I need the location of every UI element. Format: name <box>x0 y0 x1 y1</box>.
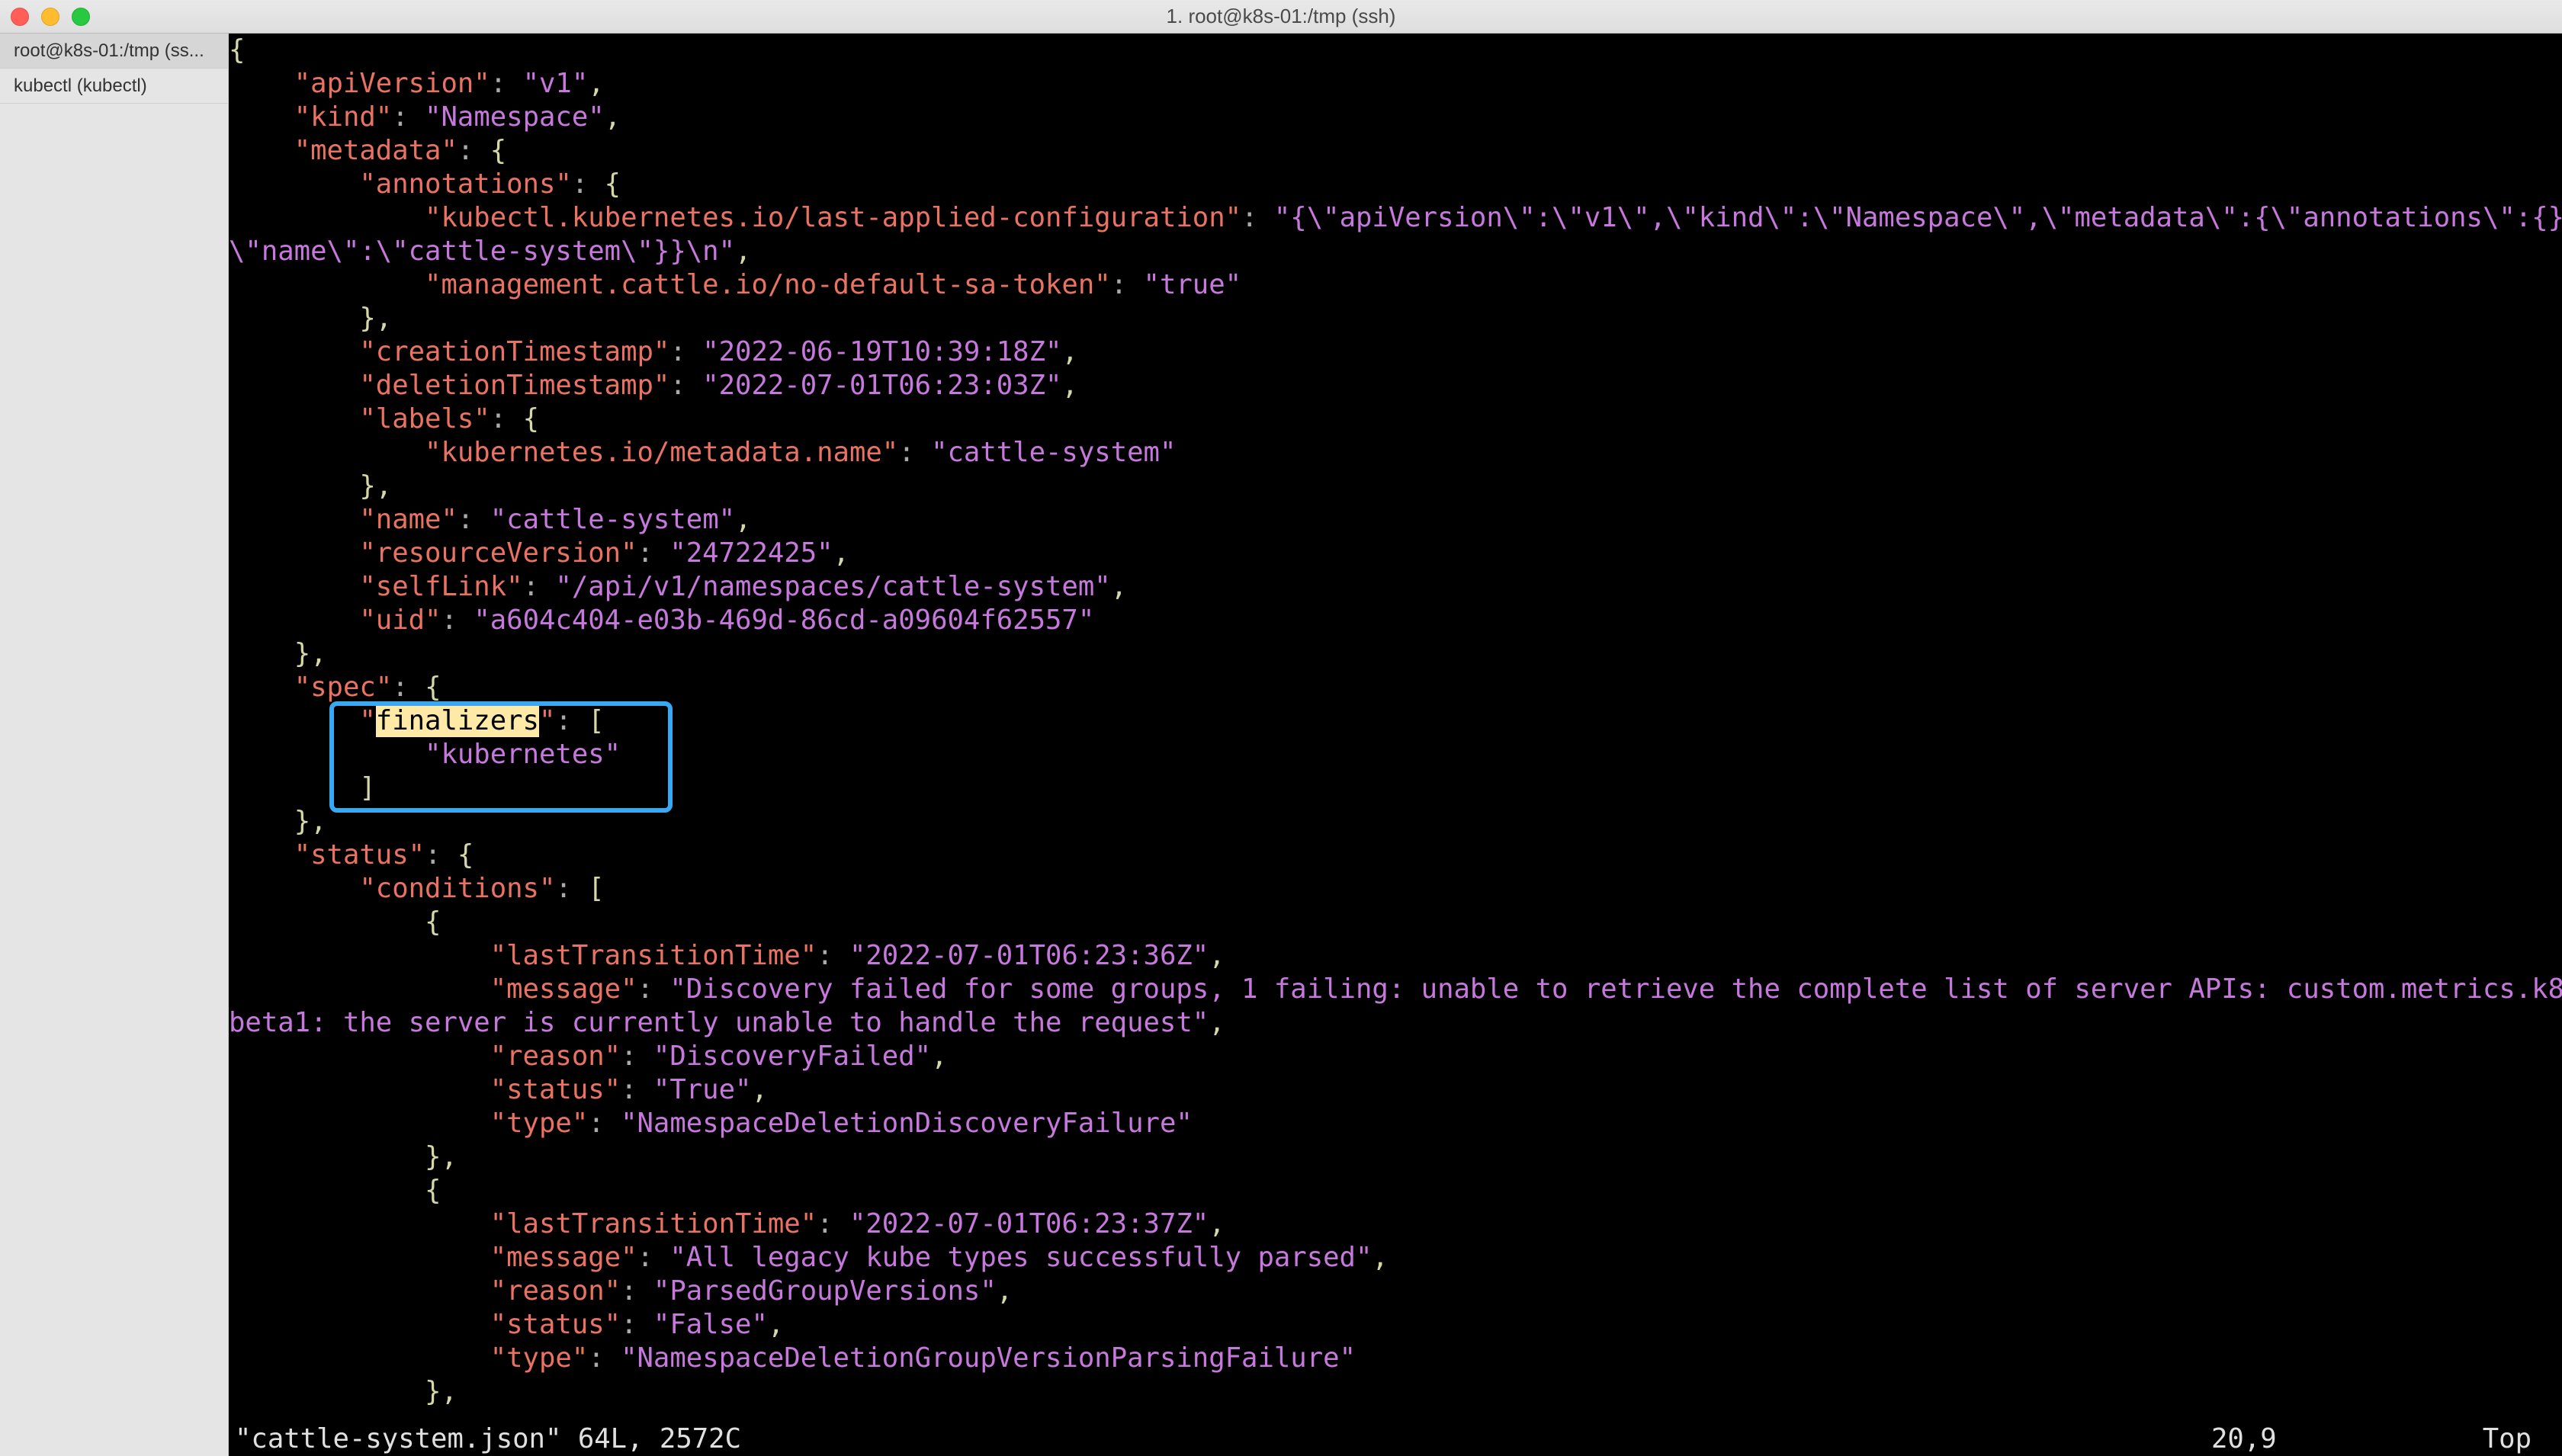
terminal-content: { "apiVersion": "v1", "kind": "Namespace… <box>229 34 2562 1456</box>
window-titlebar: 1. root@k8s-01:/tmp (ssh) <box>0 0 2562 34</box>
session-sidebar: root@k8s-01:/tmp (ss... kubectl (kubectl… <box>0 34 229 1456</box>
app-main: root@k8s-01:/tmp (ss... kubectl (kubectl… <box>0 34 2562 1456</box>
status-file: "cattle-system.json" 64L, 2572C <box>235 1422 2211 1456</box>
maximize-window-button[interactable] <box>72 8 90 26</box>
minimize-window-button[interactable] <box>41 8 59 26</box>
close-window-button[interactable] <box>11 8 29 26</box>
window-title: 1. root@k8s-01:/tmp (ssh) <box>0 5 2562 28</box>
status-cursor: 20,9 <box>2211 1422 2440 1456</box>
status-scroll: Top <box>2440 1422 2562 1456</box>
vim-status-line: "cattle-system.json" 64L, 2572C 20,9 Top <box>229 1422 2562 1456</box>
session-tab-ssh[interactable]: root@k8s-01:/tmp (ss... <box>0 34 228 69</box>
terminal-pane[interactable]: { "apiVersion": "v1", "kind": "Namespace… <box>229 34 2562 1456</box>
session-tab-kubectl[interactable]: kubectl (kubectl) <box>0 69 228 104</box>
window-controls <box>11 8 90 26</box>
